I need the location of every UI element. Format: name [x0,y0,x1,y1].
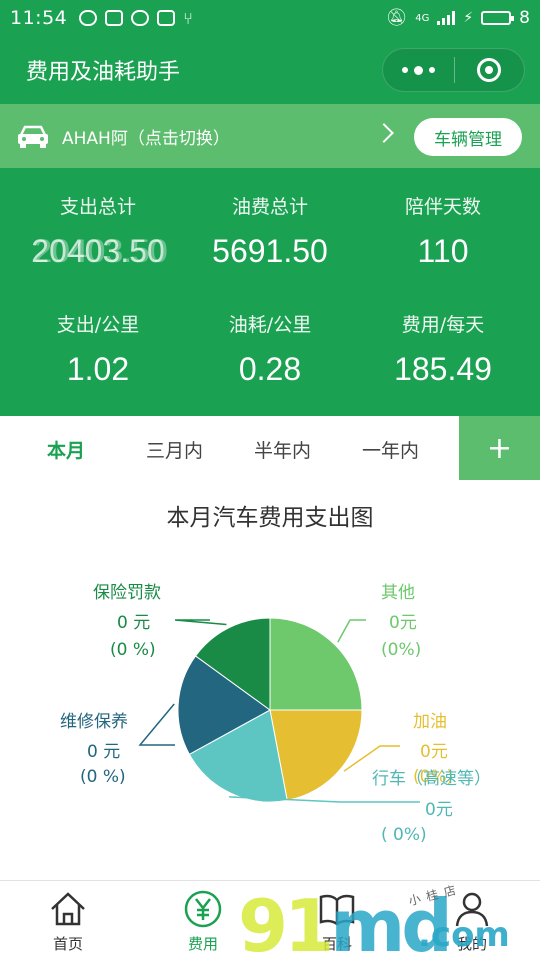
slice-label-name: 保险罚款 [93,583,161,603]
stat-days: 陪伴天数 110 [353,192,533,270]
pie-slice[interactable] [269,617,363,711]
period-tabs: 本月 三月内 半年内 一年内 + [0,416,540,480]
car-icon [18,125,48,148]
stats-panel: 支出总计 20403.50 油费总计 5691.50 陪伴天数 110 支出/公… [0,168,540,416]
slice-label-name: 加油 [413,712,447,732]
image-icon [157,10,176,26]
status-right: 🔕︎ 4G ⚡︎ 8 [386,8,530,28]
tab-half-year[interactable]: 半年内 [254,436,311,463]
yen-icon [184,890,222,928]
tab-this-month[interactable]: 本月 [47,436,85,463]
tab-one-year[interactable]: 一年内 [362,436,419,463]
slice-label-amount: 0元 [420,742,448,762]
stat-value: 20403.50 [31,233,165,269]
slice-label-amount: 0元 [389,613,417,633]
slice-label-amount: 0 元 [87,742,121,762]
page-title: 费用及油耗助手 [26,60,181,85]
slice-label-percent: (0 %) [110,640,156,660]
home-icon [51,892,85,926]
slice-label-percent: (0 %) [80,767,126,787]
slice-label-name: 行车（高速等） [372,769,491,789]
stat-value: 5691.50 [212,233,328,269]
stat-expense-per-km: 支出/公里 1.02 [8,310,188,388]
notification-icons: ⑂ [79,9,193,28]
pie-chart [138,617,420,803]
battery-icon [481,11,515,25]
message-icon [131,10,150,26]
stat-value: 1.02 [66,351,130,387]
slice-label-percent: ( 0%) [381,825,427,845]
slice-label-name: 维修保养 [60,712,128,732]
stat-fuel-total: 油费总计 5691.50 [180,192,360,270]
tabbar-home[interactable]: 首页 [8,881,128,960]
watermark-domain: .com [418,915,510,955]
stat-label: 支出/公里 [56,314,140,336]
close-target-icon[interactable] [455,58,524,82]
stat-value: 0.28 [238,351,302,387]
network-label: 4G [415,12,430,24]
leader-line [138,703,175,746]
stat-value: 110 [417,233,469,269]
stat-total-expense: 支出总计 20403.50 [8,192,188,270]
expense-chart: 本月汽车费用支出图 其他 0元 (0%) 加油 0元 (0%) 行车（高速等） … [0,480,540,880]
wechat-icon [79,10,98,26]
chevron-right-icon[interactable] [374,123,394,143]
slice-label-name: 其他 [381,583,415,603]
battery-level: 8 [519,8,530,28]
status-time: 11:54 [10,7,68,29]
status-bar: 11:54 ⑂ 🔕︎ 4G ⚡︎ 8 [0,0,540,36]
slice-label-amount: 0元 [425,800,453,820]
vehicle-name[interactable]: AHAH阿（点击切换） [62,124,230,149]
stat-value: 185.49 [394,351,492,387]
add-record-button[interactable]: + [459,416,540,480]
tabbar-label: 首页 [52,935,83,953]
stat-label: 费用/每天 [401,314,485,336]
stat-cost-per-day: 费用/每天 185.49 [353,310,533,388]
leader-line [174,619,227,626]
mute-icon: 🔕︎ [385,8,408,28]
slice-label-amount: 0 元 [117,613,151,633]
stat-label: 支出总计 [59,196,136,218]
vehicle-switch-bar[interactable]: AHAH阿（点击切换） 车辆管理 [0,104,540,168]
nav-bar: 费用及油耗助手 [0,36,540,104]
miniprogram-capsule [382,48,525,92]
stat-fuel-per-km: 油耗/公里 0.28 [180,310,360,388]
stat-label: 陪伴天数 [404,196,481,218]
tab-three-months[interactable]: 三月内 [146,436,203,463]
more-icon[interactable] [383,65,454,75]
usb-icon: ⑂ [183,8,193,28]
slice-label-percent: (0%) [381,640,422,660]
leader-line [337,619,366,643]
signal-icon [437,11,456,25]
vehicle-manage-button[interactable]: 车辆管理 [414,118,522,156]
news-icon [105,10,124,26]
stat-label: 油费总计 [231,196,308,218]
stat-label: 油耗/公里 [228,314,312,336]
charging-icon: ⚡︎ [463,10,474,26]
